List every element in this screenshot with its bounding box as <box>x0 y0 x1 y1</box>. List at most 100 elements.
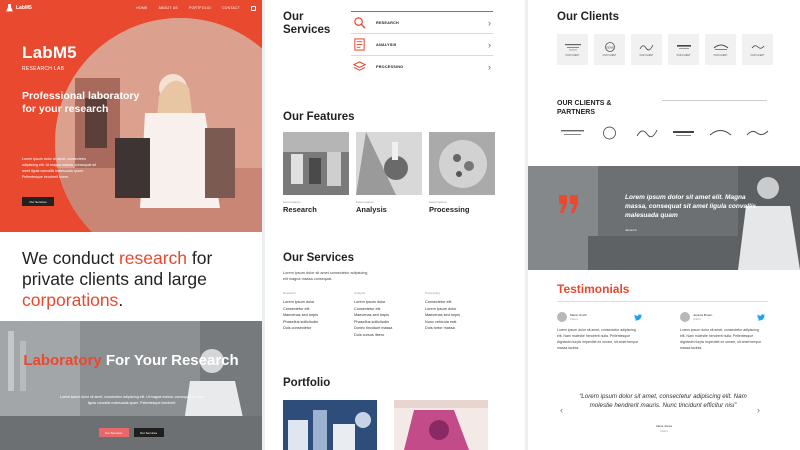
feature-card[interactable]: Lorem ipsum Analysis <box>356 132 422 214</box>
client-logo[interactable]: OUR CLIENT <box>557 34 588 65</box>
client-logo[interactable]: OUR CLIENT <box>631 34 662 65</box>
partner-logo[interactable] <box>594 125 625 141</box>
testimonial-meta: Martin Smith Client <box>570 313 587 321</box>
testimonial-card: Martin Smith Client Lorem ipsum dolor si… <box>557 312 642 351</box>
banner-quote-text: Lorem ipsum dolor sit amet elit. Magna m… <box>625 194 757 219</box>
portfolio-title: Portfolio <box>283 377 331 389</box>
services2-item: Lorem ipsum dolor <box>425 306 457 311</box>
client-logo[interactable]: OUR CLIENT <box>668 34 699 65</box>
service-row-analysis[interactable]: ANALYSIS › <box>351 33 493 55</box>
brand-name: LabM5 <box>16 5 32 11</box>
services2-column-title: Processing <box>425 291 440 295</box>
testimonial-meta: Jessica Brown Client <box>693 313 712 321</box>
brand-logo[interactable]: LabM5 <box>6 4 32 12</box>
lab-dark-button[interactable]: Our Services <box>133 428 164 437</box>
partner-logo-row <box>557 125 773 141</box>
hero-headline: Professional laboratory for your researc… <box>22 90 140 115</box>
cart-icon[interactable] <box>251 5 256 11</box>
services2-item: Consectetur elit <box>283 306 310 311</box>
feature-label: Analysis <box>356 205 387 214</box>
magnifier-icon <box>354 17 366 29</box>
twitter-icon[interactable] <box>634 313 642 321</box>
conduct-statement: We conduct research for private clients … <box>22 248 257 311</box>
hero-navbar: LabM5 HOME ABOUT US PORTFOLIO CONTACT <box>0 0 262 16</box>
client-logo[interactable]: OUR CLIENT <box>705 34 736 65</box>
service-label: RESEARCH <box>376 20 399 25</box>
menu-item-home[interactable]: HOME <box>136 6 147 11</box>
services2-item: Maecenas sed turpis <box>425 313 461 318</box>
services2-item: Consectetur elit <box>354 306 381 311</box>
chevron-right-icon: › <box>488 39 491 50</box>
client-logo[interactable]: OUR CLIENT <box>742 34 773 65</box>
services2-item: Duis tortor massa <box>425 326 455 331</box>
services2-column-title: Analysis <box>354 291 366 295</box>
lab-text: Lorem ipsum dolor sit amet, consectetur … <box>60 395 204 405</box>
partner-logo[interactable] <box>668 125 699 141</box>
portfolio-image[interactable] <box>394 400 488 450</box>
hero-title: LabM5 <box>22 43 77 62</box>
partner-logo[interactable] <box>742 125 773 141</box>
document-list-icon <box>354 38 365 51</box>
client-logo-grid: OUR CLIENT GENE OUR CLIENT OUR CLIENT OU… <box>557 34 773 65</box>
client-logo-mark <box>564 44 581 51</box>
feature-label: Processing <box>429 205 470 214</box>
lab-primary-button[interactable]: Our Services <box>98 428 129 437</box>
feature-card[interactable]: Lorem ipsum Research <box>283 132 349 214</box>
hero-section: LabM5 HOME ABOUT US PORTFOLIO CONTACT La… <box>0 0 262 232</box>
services2-column-title: Research <box>283 291 296 295</box>
services2-columns: Research Lorem ipsum dolor Consectetur e… <box>283 291 473 339</box>
service-label: ANALYSIS <box>376 42 397 47</box>
service-row-processing[interactable]: PROCESSING › <box>351 55 493 77</box>
carousel-quote-text: “Lorem ipsum dolor sit amet, consectetur… <box>579 393 747 409</box>
feature-label: Research <box>283 205 317 214</box>
hero-cta-button[interactable]: Our Services <box>22 197 54 206</box>
portfolio-image[interactable] <box>283 400 377 450</box>
portfolio-gallery <box>283 400 488 450</box>
client-logo-caption: OUR CLIENT <box>639 55 654 57</box>
services2-item: Nunc vehicula erat <box>425 319 457 324</box>
lab-title-accent: Laboratory <box>23 352 102 369</box>
menu-item-portfolio[interactable]: PORTFOLIO <box>189 6 211 11</box>
services2-item: Duis consectetur <box>283 326 312 331</box>
menu-item-contact[interactable]: CONTACT <box>222 6 240 11</box>
testimonials-title: Testimonials <box>557 282 630 296</box>
service-row-research[interactable]: RESEARCH › <box>351 11 493 33</box>
client-logo-caption: OUR CLIENT <box>565 55 580 57</box>
avatar <box>557 312 567 322</box>
partner-logo[interactable] <box>557 125 588 141</box>
services2-item: Lorem ipsum dolor <box>354 300 386 304</box>
chevron-right-icon: › <box>488 61 491 72</box>
client-logo-mark <box>713 44 728 50</box>
carousel-prev-button[interactable]: ‹ <box>560 405 563 415</box>
feature-card[interactable]: Lorem ipsum Processing <box>429 132 495 214</box>
carousel-next-button[interactable]: › <box>757 405 760 415</box>
services2-item: Donec tincidunt massa <box>354 326 393 331</box>
conduct-text: We conduct <box>22 248 119 268</box>
feature-image <box>356 132 422 195</box>
page-preview-clients: Our Clients OUR CLIENT GENE OUR CLIENT O… <box>528 0 800 450</box>
client-logo-caption: OUR CLIENT <box>602 55 617 57</box>
services2-item: Maecenas sed turpis <box>354 313 390 318</box>
conduct-highlight-corporations: corporations <box>22 290 119 310</box>
client-logo-caption: OUR CLIENT <box>750 55 765 57</box>
client-logo[interactable]: GENE OUR CLIENT <box>594 34 625 65</box>
feature-image <box>283 132 349 195</box>
quote-icon <box>559 195 578 213</box>
partner-logo[interactable] <box>631 125 662 141</box>
client-logo-mark <box>751 45 764 49</box>
client-logo-caption: OUR CLIENT <box>713 55 728 57</box>
services2-intro: Lorem ipsum dolor sit amet consectetur a… <box>283 271 368 281</box>
testimonials-divider <box>557 301 768 302</box>
carousel-author-role: Client <box>660 429 668 433</box>
client-logo-caption: OUR CLIENT <box>676 55 691 57</box>
testimonial-header: Martin Smith Client <box>557 312 642 322</box>
carousel-quote-author: Alexa Jones Client <box>528 424 800 434</box>
feature-caption: Lorem ipsum <box>356 200 374 204</box>
services2-column: Analysis Lorem ipsum dolor Consectetur e… <box>354 291 402 339</box>
lab-banner: Laboratory For Your Research Lorem ipsum… <box>0 321 262 450</box>
partner-logo[interactable] <box>705 125 736 141</box>
menu-item-about[interactable]: ABOUT US <box>159 6 178 11</box>
services2-item: Duis cursus libero <box>354 332 385 337</box>
features-title: Our Features <box>283 111 355 123</box>
twitter-icon[interactable] <box>757 313 765 321</box>
